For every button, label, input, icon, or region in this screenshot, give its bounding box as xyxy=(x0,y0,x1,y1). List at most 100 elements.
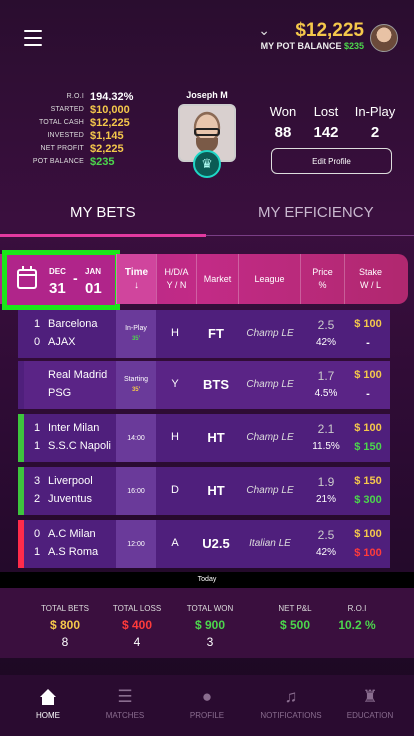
bet-probability: 4.5% xyxy=(314,388,338,399)
away-team: S.S.C Napoli xyxy=(48,440,111,452)
bet-market: HT xyxy=(207,483,225,498)
bet-league: Champ LE xyxy=(246,485,294,496)
bet-time: 12:00 xyxy=(116,520,156,568)
home-score: 3 xyxy=(34,475,41,487)
nav-matches[interactable]: ☰ MATCHES xyxy=(85,675,165,736)
date-range-picker[interactable]: DEC 31 - JAN 01 xyxy=(2,250,120,310)
bet-probability: 42% xyxy=(315,547,336,558)
bet-league: Champ LE xyxy=(246,432,294,443)
bet-row[interactable]: Real Madrid PSG Starting 35' Y BTS Champ LE 1.7… xyxy=(18,361,390,409)
rank-badge-icon: ♛ xyxy=(193,150,221,178)
total-bets: TOTAL BETS $ 800 8 xyxy=(41,604,89,649)
bet-hda: H xyxy=(171,327,179,339)
home-score: 0 xyxy=(34,528,41,540)
bet-stake: $ 100 xyxy=(354,528,382,540)
bet-row[interactable]: 3 Liverpool 2 Juventus 16:00 D HT Champ LE 1.9 21… xyxy=(18,467,390,515)
lost-stat: Lost 142 xyxy=(313,104,339,141)
col-price[interactable]: Price % xyxy=(300,254,344,304)
bet-stake: $ 100 xyxy=(354,318,382,330)
home-team: Real Madrid xyxy=(48,369,108,381)
profile-name: Joseph M xyxy=(186,90,228,100)
bet-result: - xyxy=(366,337,370,349)
bet-row[interactable]: 1 Inter Milan 1 S.S.C Napoli 14:00 H HT Champ L… xyxy=(18,414,390,462)
bet-result: $ 150 xyxy=(354,441,382,453)
sort-by-time[interactable]: Time ↓ xyxy=(116,254,156,304)
stat-row: TOTAL CASH $12,225 xyxy=(38,116,130,129)
bet-hda: Y xyxy=(171,378,179,390)
col-market[interactable]: Market xyxy=(196,254,238,304)
profile-icon: ● xyxy=(201,687,213,706)
bet-stake: $ 100 xyxy=(354,422,382,434)
result-indicator xyxy=(18,467,24,515)
bet-time: Starting 35' xyxy=(116,361,156,409)
net-pnl-value: $ 500 xyxy=(279,618,311,632)
nav-profile[interactable]: ● PROFILE xyxy=(167,675,247,736)
bet-result: $ 100 xyxy=(354,547,382,559)
pot-balance: MY POT BALANCE $235 xyxy=(260,41,364,51)
col-hda[interactable]: H/D/A Y / N xyxy=(156,254,196,304)
stat-row: R.O.I 194.32% xyxy=(66,90,134,103)
bet-league: Italian LE xyxy=(249,538,291,549)
calendar-icon xyxy=(17,266,37,289)
result-indicator xyxy=(18,520,24,568)
nav-education[interactable]: ♜ EDUCATION xyxy=(330,675,410,736)
away-team: Juventus xyxy=(48,493,93,505)
hamburger-menu-icon[interactable] xyxy=(24,30,42,46)
nav-home[interactable]: HOME xyxy=(8,675,88,736)
tab-my-bets[interactable]: MY BETS xyxy=(70,204,136,221)
tabs: MY BETS MY EFFICIENCY xyxy=(0,196,414,236)
bet-stake: $ 150 xyxy=(354,475,382,487)
home-score: 1 xyxy=(34,422,41,434)
user-avatar[interactable] xyxy=(370,24,398,52)
bottom-nav: HOME ☰ MATCHES ● PROFILE ♫ NOTIFICATIONS… xyxy=(0,675,414,736)
bet-hda: A xyxy=(171,537,179,549)
bet-market: U2.5 xyxy=(202,536,230,551)
col-stake[interactable]: Stake W / L xyxy=(344,254,396,304)
total-won: TOTAL WON $ 900 3 xyxy=(186,604,234,649)
home-score: 1 xyxy=(34,318,41,330)
chevron-down-icon[interactable]: ⌄ xyxy=(258,22,270,39)
bet-probability: 11.5% xyxy=(312,441,340,452)
bet-league: Champ LE xyxy=(246,328,294,339)
bet-odds: 2.5 xyxy=(317,528,335,542)
matches-icon: ☰ xyxy=(117,687,133,706)
bet-odds: 1.7 xyxy=(317,369,335,383)
total-loss: TOTAL LOSS $ 400 4 xyxy=(112,604,162,649)
edit-profile-button[interactable]: Edit Profile xyxy=(271,148,392,174)
stat-row: STARTED $10,000 xyxy=(50,103,130,116)
sort-arrow-icon: ↓ xyxy=(134,280,139,291)
away-score: 2 xyxy=(34,493,41,505)
bell-icon: ♫ xyxy=(284,687,298,706)
bet-row[interactable]: 1 Barcelona 0 AJAX In-Play 35' H FT Champ LE 2.5 4… xyxy=(18,310,390,358)
result-indicator xyxy=(18,310,24,358)
bet-market: BTS xyxy=(203,377,229,392)
bet-odds: 1.9 xyxy=(317,475,335,489)
away-team: PSG xyxy=(48,387,72,399)
away-score: 1 xyxy=(34,546,41,558)
bet-probability: 42% xyxy=(315,337,336,348)
bet-row[interactable]: 0 A.C Milan 1 A.S Roma 12:00 A U2.5 Italian LE 2… xyxy=(18,520,390,568)
away-score: 0 xyxy=(34,336,41,348)
bet-hda: H xyxy=(171,431,179,443)
bet-result: $ 300 xyxy=(354,494,382,506)
away-team: A.S Roma xyxy=(48,546,99,558)
roi-total: R.O.I 10.2 % xyxy=(338,604,376,632)
nav-notifications[interactable]: ♫ NOTIFICATIONS xyxy=(251,675,331,736)
inplay-stat: In-Play 2 xyxy=(354,104,396,141)
today-divider: Today xyxy=(0,572,414,588)
match-minute: 35' xyxy=(131,336,141,342)
bet-hda: D xyxy=(171,484,179,496)
home-team: Inter Milan xyxy=(48,422,100,434)
bet-stake: $ 100 xyxy=(354,369,382,381)
stat-row: NET PROFIT $2,225 xyxy=(40,142,124,155)
stats-panel: R.O.I 194.32% STARTED $10,000 TOTAL CASH $1… xyxy=(20,90,140,168)
col-league[interactable]: League xyxy=(238,254,300,304)
tab-my-efficiency[interactable]: MY EFFICIENCY xyxy=(258,204,374,221)
bet-market: HT xyxy=(207,430,225,445)
home-team: Barcelona xyxy=(48,318,98,330)
balance-amount[interactable]: $12,225 xyxy=(295,20,364,42)
bet-league: Champ LE xyxy=(246,379,294,390)
home-team: Liverpool xyxy=(48,475,93,487)
bet-result: - xyxy=(366,388,370,400)
home-icon xyxy=(39,689,57,705)
